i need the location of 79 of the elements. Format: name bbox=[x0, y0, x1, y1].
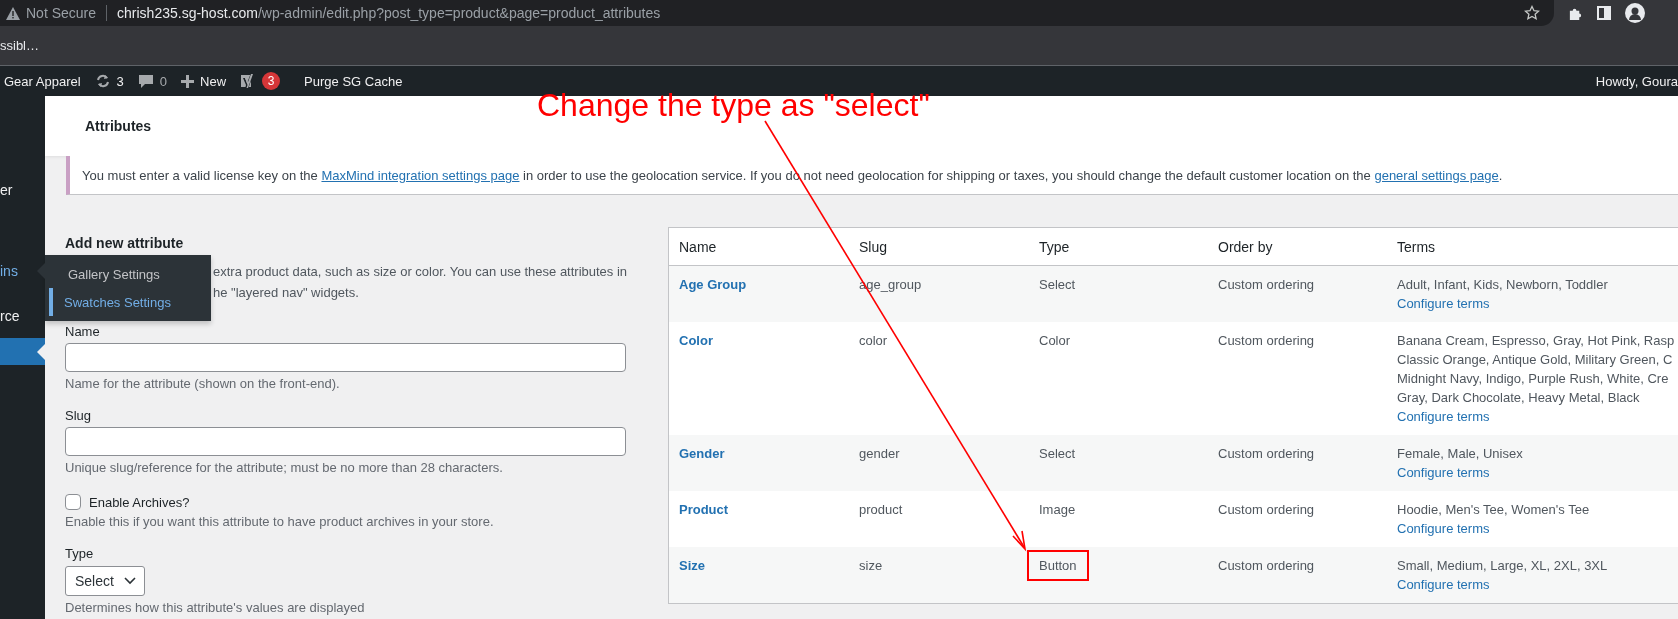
checkbox[interactable] bbox=[65, 494, 81, 510]
configure-terms-link[interactable]: Configure terms bbox=[1397, 409, 1490, 424]
security-label[interactable]: Not Secure bbox=[26, 5, 97, 21]
column-header: Type bbox=[1038, 238, 1071, 255]
warning-icon bbox=[6, 6, 20, 20]
attribute-name-link[interactable]: Size bbox=[679, 558, 705, 573]
purge-cache-link[interactable]: Purge SG Cache bbox=[304, 73, 403, 89]
sidebar-item[interactable]: er bbox=[0, 172, 45, 208]
star-icon[interactable] bbox=[1524, 5, 1540, 21]
greeting-link[interactable]: Howdy, Goura bbox=[1595, 73, 1678, 89]
attribute-name-link[interactable]: Gender bbox=[679, 446, 725, 461]
attribute-name-link[interactable]: Age Group bbox=[679, 277, 747, 292]
configure-terms-link[interactable]: Configure terms bbox=[1397, 465, 1490, 480]
help-text: Unique slug/reference for the attribute; must be no more than 28 characters. bbox=[65, 459, 504, 477]
terms-text: Hoodie, Men's Tee, Women's Tee bbox=[1397, 502, 1590, 517]
configure-terms-link[interactable]: Configure terms bbox=[1397, 296, 1490, 311]
column-header: Slug bbox=[858, 238, 889, 255]
column-header: Name bbox=[678, 238, 718, 255]
table-cell: product bbox=[859, 502, 903, 517]
help-text: Name for the attribute (shown on the front-end). bbox=[65, 375, 341, 393]
description-text: extra product data, such as size or color. You can use these attributes in bbox=[213, 263, 628, 281]
attribute-name-link[interactable]: Product bbox=[679, 502, 729, 517]
submenu-item[interactable]: Swatches Settings bbox=[49, 288, 211, 316]
plus-icon[interactable] bbox=[181, 74, 195, 88]
help-text: Determines how this attribute's values are displayed bbox=[65, 599, 366, 617]
field-label: Slug bbox=[65, 407, 93, 425]
chevron-down-icon bbox=[123, 577, 136, 585]
bookmark-item[interactable]: ssibl… bbox=[0, 38, 39, 53]
table-cell-text: Image bbox=[1039, 501, 1076, 519]
highlighted-cell: Button bbox=[1027, 550, 1089, 581]
table-cell: size bbox=[859, 558, 883, 573]
table-cell-text: Color bbox=[1039, 332, 1071, 350]
active-menu-item[interactable] bbox=[0, 338, 45, 365]
terms-text: Midnight Navy, Indigo, Purple Rush, White, Cre bbox=[1397, 371, 1669, 386]
general-settings-link[interactable]: general settings page bbox=[1374, 167, 1499, 183]
annotation-text: Change the type as "select" bbox=[537, 87, 930, 124]
column-header: Order by bbox=[1217, 238, 1274, 255]
attribute-name-link[interactable]: Color bbox=[679, 333, 713, 348]
description-text: he "layered nav" widgets. bbox=[213, 284, 359, 302]
checkbox-label: Enable Archives? bbox=[89, 494, 190, 510]
terms-text: Gray, Dark Chocolate, Heavy Metal, Black bbox=[1397, 390, 1640, 405]
terms-text: Adult, Infant, Kids, Newborn, Toddler bbox=[1397, 277, 1608, 292]
table-cell-text: Select bbox=[1039, 276, 1076, 294]
table-cell: Custom ordering bbox=[1218, 558, 1315, 573]
table-cell: color bbox=[859, 333, 888, 348]
section-heading: Add new attribute bbox=[65, 234, 185, 253]
site-name-link[interactable]: Gear Apparel bbox=[4, 73, 81, 89]
text-field[interactable] bbox=[65, 343, 626, 372]
table-cell-text: Select bbox=[1039, 445, 1076, 463]
sidebar-item[interactable]: rce bbox=[0, 298, 45, 334]
column-header: Terms bbox=[1396, 238, 1437, 255]
notification-badge: 3 bbox=[262, 72, 281, 90]
terms-text: Banana Cream, Espresso, Gray, Hot Pink, Rasp bbox=[1397, 333, 1675, 348]
configure-terms-link[interactable]: Configure terms bbox=[1397, 577, 1490, 592]
table-cell: Custom ordering bbox=[1218, 277, 1315, 292]
configure-terms-link[interactable]: Configure terms bbox=[1397, 521, 1490, 536]
page-title: Attributes bbox=[85, 118, 152, 134]
maxmind-settings-link[interactable]: MaxMind integration settings page bbox=[321, 167, 520, 183]
avatar-icon[interactable] bbox=[1625, 3, 1645, 23]
field-label: Type bbox=[65, 545, 95, 563]
table-cell: Custom ordering bbox=[1218, 446, 1315, 461]
type-dropdown[interactable]: Select bbox=[65, 566, 145, 596]
text-field[interactable] bbox=[65, 427, 626, 456]
address-bar-url[interactable]: chrish235.sg-host.com/wp-admin/edit.php?post_type=product&page=product_attributes bbox=[117, 5, 661, 21]
table-cell: gender bbox=[859, 446, 900, 461]
side-panel-icon[interactable] bbox=[1597, 6, 1611, 20]
field-label: Name bbox=[65, 323, 101, 341]
submenu-item[interactable]: Gallery Settings bbox=[49, 260, 211, 288]
new-link[interactable]: New bbox=[200, 73, 227, 89]
comment-icon[interactable] bbox=[137, 73, 154, 89]
table-cell: Custom ordering bbox=[1218, 333, 1315, 348]
terms-text: Classic Orange, Antique Gold, Military Green, C bbox=[1397, 352, 1673, 367]
updates-icon[interactable] bbox=[94, 73, 111, 89]
table-cell: Custom ordering bbox=[1218, 502, 1315, 517]
comments-count[interactable]: 0 bbox=[159, 73, 168, 89]
help-text: Enable this if you want this attribute to have product archives in your store. bbox=[65, 513, 495, 531]
terms-text: Small, Medium, Large, XL, 2XL, 3XL bbox=[1397, 558, 1608, 573]
updates-count[interactable]: 3 bbox=[116, 73, 124, 89]
terms-text: Female, Male, Unisex bbox=[1397, 446, 1523, 461]
